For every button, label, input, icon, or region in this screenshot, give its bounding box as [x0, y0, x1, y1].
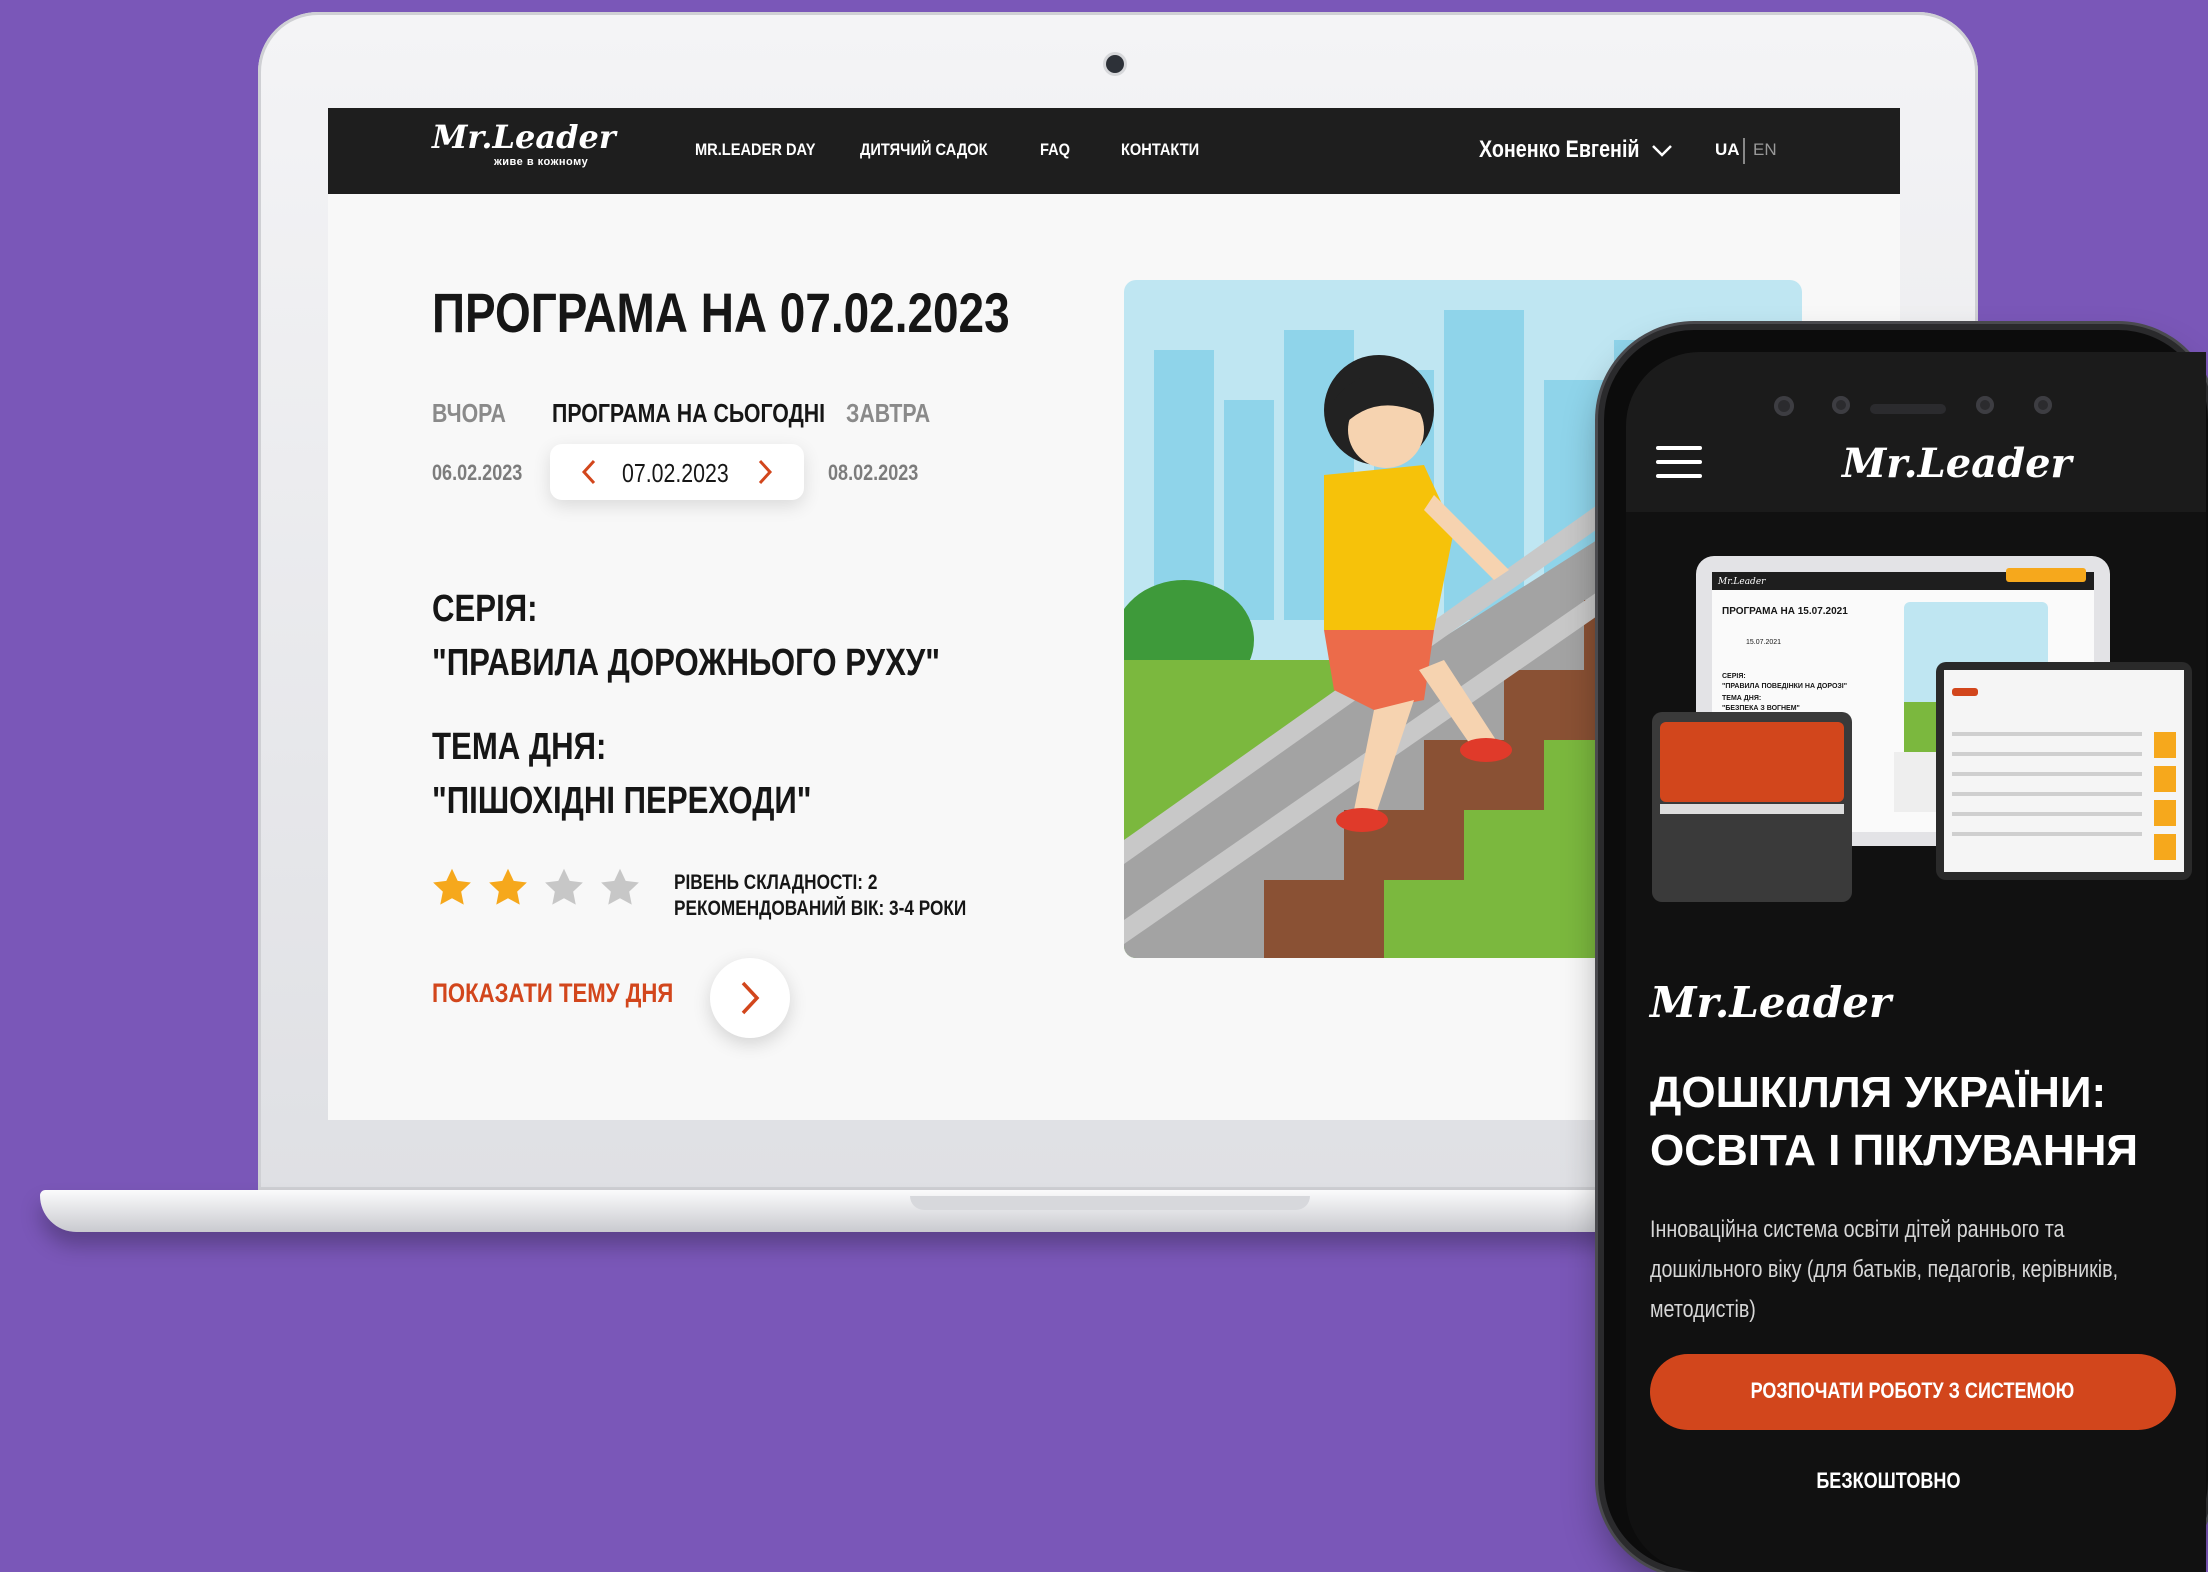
series-label: СЕРІЯ: [432, 588, 538, 630]
topic-value: "ПІШОХІДНІ ПЕРЕХОДИ" [432, 780, 812, 822]
star-icon [489, 868, 527, 905]
chevron-right-icon[interactable] [756, 459, 774, 485]
mock-date: 15.07.2021 [1746, 639, 1781, 646]
phone-screen: Mr.Leader Mr.Leader ПРОГРАМА НА 15.07.20… [1626, 352, 2206, 1572]
nav-link-faq[interactable]: FAQ [1040, 140, 1070, 160]
recommended-age: РЕКОМЕНДОВАНИЙ ВІК: 3-4 РОКИ [674, 897, 967, 920]
mock-series-value: "ПРАВИЛА ПОВЕДІНКИ НА ДОРОЗІ" [1722, 683, 1847, 690]
logo-tagline: живе в кожному [494, 156, 589, 168]
tab-yesterday[interactable]: ВЧОРА [432, 398, 506, 429]
show-topic-button[interactable] [710, 958, 790, 1038]
date-yesterday[interactable]: 06.02.2023 [432, 460, 522, 486]
date-picker: 07.02.2023 [550, 444, 804, 500]
phone-header: Mr.Leader [1626, 352, 2206, 512]
top-navbar: Mr.Leader живе в кожному MR.LEADER DAY Д… [328, 108, 1900, 194]
star-icon [601, 868, 639, 905]
chevron-down-icon[interactable] [1650, 138, 1674, 162]
date-current: 07.02.2023 [622, 458, 729, 488]
date-tomorrow[interactable]: 08.02.2023 [828, 460, 918, 486]
lang-ua[interactable]: UA [1715, 140, 1740, 160]
devices-mockup-image: Mr.Leader ПРОГРАМА НА 15.07.2021 15.07.2… [1652, 556, 2192, 902]
hamburger-menu-icon[interactable] [1656, 446, 1702, 488]
phone-header-logo[interactable]: Mr.Leader [1842, 440, 2072, 487]
phone-brand-logo: Mr.Leader [1650, 978, 1892, 1027]
nav-link-kindergarten[interactable]: ДИТЯЧИЙ САДОК [860, 140, 988, 160]
lang-en[interactable]: EN [1753, 140, 1777, 160]
phone-frame: Mr.Leader Mr.Leader ПРОГРАМА НА 15.07.20… [1604, 330, 2208, 1572]
star-icon [433, 868, 471, 905]
topic-label: ТЕМА ДНЯ: [432, 726, 607, 768]
start-system-button[interactable]: РОЗПОЧАТИ РОБОТУ З СИСТЕМОЮ [1650, 1354, 2176, 1430]
chevron-left-icon[interactable] [580, 459, 598, 485]
mock-topic-value: "БЕЗПЕКА З ВОГНЕМ" [1722, 705, 1800, 712]
nav-link-mr-leader-day[interactable]: MR.LEADER DAY [695, 140, 815, 160]
site-logo[interactable]: Mr.Leader живе в кожному [432, 118, 616, 168]
phone-hero-description: Інноваційна система освіти дітей ранньог… [1650, 1216, 2119, 1323]
difficulty-level: РІВЕНЬ СКЛАДНОСТІ: 2 [674, 871, 878, 894]
nav-link-contacts[interactable]: КОНТАКТИ [1121, 140, 1199, 160]
user-menu-name[interactable]: Хоненко Евгеній [1479, 136, 1640, 164]
tab-today[interactable]: ПРОГРАМА НА СЬОГОДНІ [552, 398, 825, 429]
tab-tomorrow[interactable]: ЗАВТРА [846, 398, 930, 429]
difficulty-info: РІВЕНЬ СКЛАДНОСТІ: 2 РЕКОМЕНДОВАНИЙ ВІК:… [674, 870, 1030, 922]
chevron-right-icon [741, 981, 760, 1015]
laptop-camera [1106, 55, 1124, 73]
show-topic-link[interactable]: ПОКАЗАТИ ТЕМУ ДНЯ [432, 978, 673, 1009]
phone-hero-title: ДОШКІЛЛЯ УКРАЇНИ: ОСВІТА І ПІКЛУВАННЯ [1650, 1068, 2139, 1175]
mock-title: ПРОГРАМА НА 15.07.2021 [1722, 606, 1848, 617]
star-icon [545, 868, 583, 905]
lang-divider [1743, 138, 1745, 164]
svg-text:Mr.Leader: Mr.Leader [1717, 577, 1766, 587]
page-title: ПРОГРАМА НА 07.02.2023 [432, 281, 1010, 344]
mock-series-label: СЕРІЯ: [1722, 673, 1746, 680]
free-label: БЕЗКОШТОВНО [1816, 1468, 1961, 1493]
mock-topic-label: ТЕМА ДНЯ: [1722, 695, 1761, 702]
series-value: "ПРАВИЛА ДОРОЖНЬОГО РУХУ" [432, 642, 941, 684]
